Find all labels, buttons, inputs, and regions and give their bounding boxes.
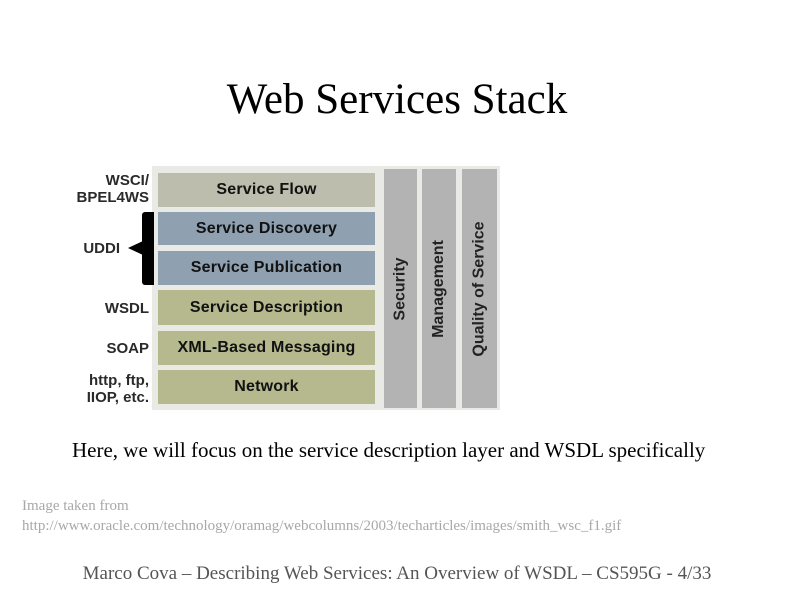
uddi-bracket xyxy=(142,212,154,285)
uddi-bracket-arrow-icon xyxy=(128,241,143,255)
layer-xml-messaging: XML-Based Messaging xyxy=(158,331,375,365)
slide-footer: Marco Cova – Describing Web Services: An… xyxy=(82,563,712,584)
bar-qos-label: Quality of Service xyxy=(470,220,488,357)
layer-service-description: Service Description xyxy=(158,290,375,325)
credit-url: http://www.oracle.com/technology/oramag/… xyxy=(22,518,622,534)
label-http-ftp-iiop: http, ftp, IIOP, etc. xyxy=(86,372,149,406)
body-text: Here, we will focus on the service descr… xyxy=(72,438,706,462)
bar-security: Security xyxy=(384,169,417,408)
label-wsci-bpel4ws: WSCI/ BPEL4WS xyxy=(76,172,149,206)
layer-service-publication: Service Publication xyxy=(158,251,375,285)
bar-management: Management xyxy=(422,169,456,408)
bar-management-label: Management xyxy=(430,239,448,338)
credit-label: Image taken from xyxy=(22,498,129,514)
image-credit: Image taken from http://www.oracle.com/t… xyxy=(22,496,621,536)
bar-quality-of-service: Quality of Service xyxy=(462,169,497,408)
label-wsdl: WSDL xyxy=(104,300,149,317)
layer-service-discovery: Service Discovery xyxy=(158,212,375,245)
layer-network: Network xyxy=(158,370,375,404)
slide-title: Web Services Stack xyxy=(226,76,568,123)
layer-service-flow: Service Flow xyxy=(158,173,375,207)
label-uddi: UDDI xyxy=(83,240,120,257)
bar-security-label: Security xyxy=(391,256,409,321)
web-services-stack-diagram: Service Flow Service Discovery Service P… xyxy=(60,160,510,420)
label-soap: SOAP xyxy=(106,340,149,357)
